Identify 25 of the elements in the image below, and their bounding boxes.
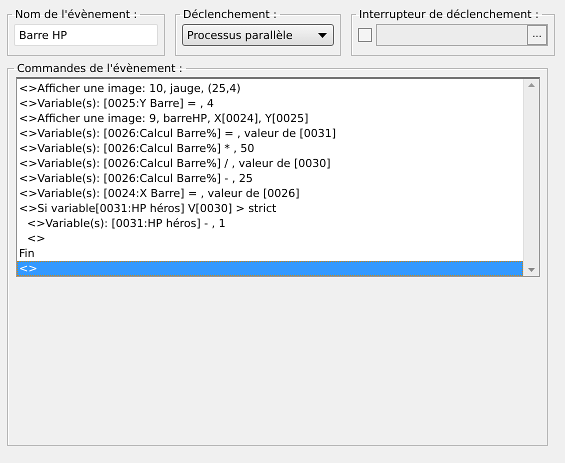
switch-field[interactable]: ... — [376, 24, 548, 46]
command-line[interactable]: <>Variable(s): [0031:HP héros] - , 1 — [17, 216, 523, 231]
event-name-field[interactable]: Barre HP — [14, 24, 158, 46]
caret-icon — [318, 32, 327, 38]
group-label: Nom de l'évènement : — [14, 8, 138, 21]
command-line[interactable]: <>Variable(s): [0026:Calcul Barre%] = , valeur de [0031] — [17, 126, 523, 141]
command-line[interactable]: <>Si variable[0031:HP héros] V[0030] > strict — [17, 201, 523, 216]
browse-button[interactable]: ... — [527, 25, 547, 45]
command-line[interactable]: <>Afficher une image: 10, jauge, (25,4) — [17, 81, 523, 96]
scrollbar[interactable] — [523, 79, 539, 276]
command-line[interactable]: <>Variable(s): [0026:Calcul Barre%] - , 25 — [17, 171, 523, 186]
group-label: Commandes de l'évènement : — [16, 62, 184, 75]
command-line[interactable]: <> — [17, 231, 523, 246]
group-label: Déclenchement : — [182, 8, 278, 21]
command-line[interactable]: <>Variable(s): [0024:X Barre] = , valeur de [0026] — [17, 186, 523, 201]
command-line[interactable]: <>Afficher une image: 9, barreHP, X[0024], Y[0025] — [17, 111, 523, 126]
command-line[interactable]: Fin — [17, 246, 523, 261]
scroll-down-icon[interactable] — [528, 268, 535, 272]
switch-checkbox[interactable] — [358, 28, 372, 42]
command-line[interactable]: <>Variable(s): [0025:Y Barre] = , 4 — [17, 96, 523, 111]
group-label: Interrupteur de déclenchement : — [358, 8, 540, 21]
command-line[interactable]: <>Variable(s): [0026:Calcul Barre%] / , valeur de [0030] — [17, 156, 523, 171]
scroll-up-icon[interactable] — [528, 83, 535, 87]
command-line[interactable]: <>Variable(s): [0026:Calcul Barre%] * , 50 — [17, 141, 523, 156]
trigger-dropdown[interactable]: Processus parallèle — [182, 24, 334, 46]
